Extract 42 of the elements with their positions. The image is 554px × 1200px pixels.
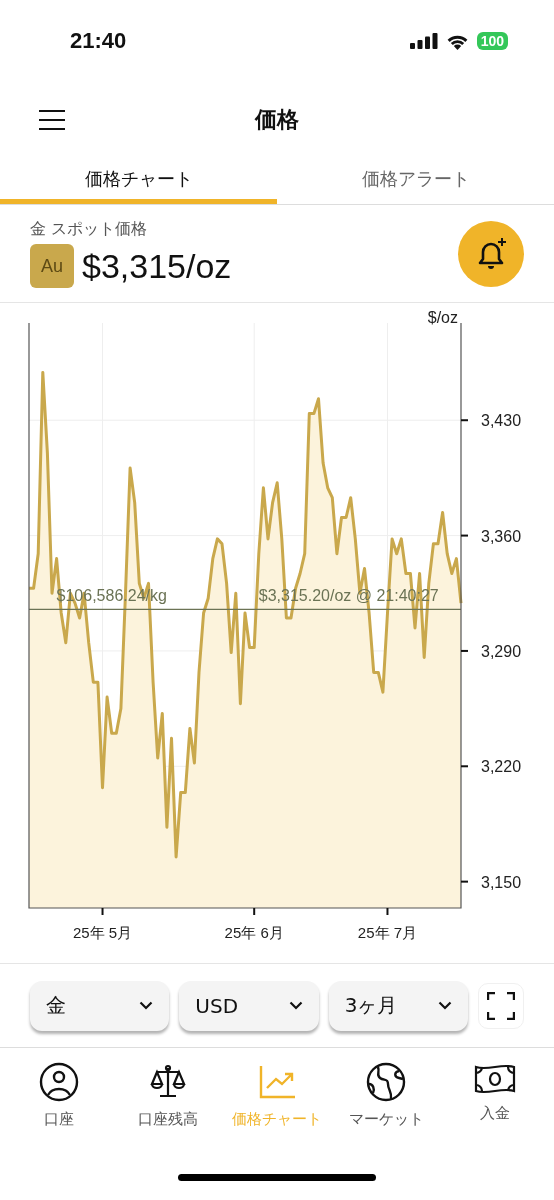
tick-mark (460, 765, 469, 768)
fullscreen-button[interactable] (478, 982, 524, 1029)
chevron-down-icon (288, 1001, 303, 1010)
dropdown[interactable]: 3ヶ月 (328, 980, 468, 1031)
chevron-down-icon (438, 1001, 452, 1010)
y-tick-label: 3,430 (481, 412, 522, 430)
y-tick-label: 3,290 (481, 642, 522, 660)
symbol-badge: Au (30, 244, 74, 288)
battery-indicator: 100 (476, 32, 508, 50)
tab[interactable]: 価格チャート (0, 158, 277, 204)
y-tick-label: 3,220 (481, 758, 522, 776)
y-tick-label: 3,360 (481, 527, 522, 545)
x-tick-label: 25年 6月 (224, 924, 284, 941)
nav-item[interactable]: マーケット (331, 1062, 441, 1144)
tab[interactable]: 価格アラート (277, 158, 554, 204)
dropdown[interactable]: 金 (30, 980, 170, 1031)
person-icon (38, 1062, 79, 1102)
status-time: 21:40 (70, 28, 127, 54)
x-tick-label: 25年 7月 (357, 924, 418, 941)
y-tick-label: 3,150 (481, 873, 522, 891)
menu-button[interactable] (38, 109, 66, 131)
banknote-icon (473, 1062, 518, 1096)
tick-mark (460, 534, 469, 537)
signal-icon (409, 33, 438, 49)
x-tick-label: 25年 5月 (72, 924, 133, 941)
nav-item[interactable]: 口座残高 (113, 1062, 223, 1144)
spot-price: $3,315/oz (82, 246, 232, 286)
dropdown[interactable]: USD (179, 980, 319, 1031)
tick-mark (460, 419, 469, 422)
tick-mark (253, 907, 256, 916)
y-axis-label: $/oz (427, 309, 458, 326)
fullscreen-icon (487, 991, 515, 1020)
tick-mark (386, 907, 389, 916)
nav-item[interactable]: 口座 (4, 1062, 114, 1144)
tick-mark (460, 880, 469, 883)
chevron-down-icon (139, 1001, 154, 1010)
nav-item[interactable]: 入金 (440, 1062, 550, 1144)
page-title: 価格 (255, 106, 299, 134)
spot-price-label: 金 スポット価格 (30, 219, 149, 240)
globe-icon (366, 1062, 407, 1102)
tick-mark (460, 649, 469, 652)
tick-mark (101, 907, 104, 916)
